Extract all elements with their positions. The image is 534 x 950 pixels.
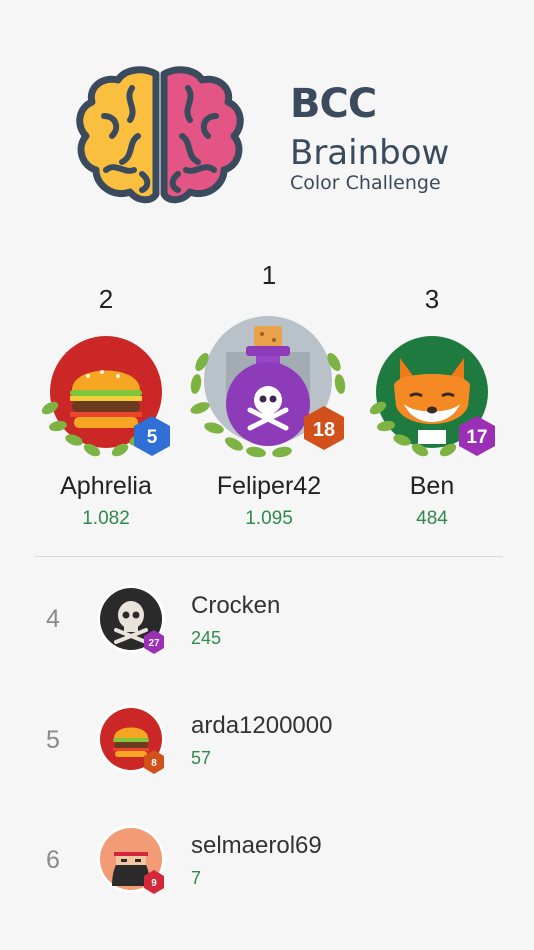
burger-icon <box>113 727 149 757</box>
podium-name-aphrelia[interactable]: Aphrelia <box>21 472 191 501</box>
list-item[interactable]: 5 8 arda1200000 57 <box>0 690 534 790</box>
list-username: selmaerol69 <box>191 832 322 859</box>
list-score: 7 <box>191 868 202 888</box>
brand-abbr: BCC <box>290 81 377 127</box>
podium-score-ben: 484 <box>416 508 448 529</box>
level-badge: 17 <box>466 427 487 448</box>
list-avatar: 27 <box>97 585 165 654</box>
level-badge: 9 <box>151 878 157 889</box>
list-username: Crocken <box>191 592 281 619</box>
level-badge: 5 <box>147 427 158 448</box>
podium-rank-2: 2 <box>98 284 114 314</box>
podium-rank-1: 1 <box>261 260 277 290</box>
list-item[interactable]: 6 9 selmaerol69 7 <box>0 810 534 910</box>
brand-block: BCC Brainbow Color Challenge <box>290 82 449 194</box>
podium-score-feliper42: 1.095 <box>245 508 293 529</box>
podium-score-aphrelia: 1.082 <box>82 508 130 529</box>
divider <box>35 556 503 557</box>
list-rank: 5 <box>46 726 60 754</box>
podium-name-feliper42[interactable]: Feliper42 <box>184 472 354 501</box>
list-avatar: 8 <box>97 705 165 774</box>
level-badge: 27 <box>148 638 160 649</box>
podium-name-ben[interactable]: Ben <box>347 472 517 501</box>
podium-avatar-ben[interactable]: 17 <box>364 334 504 464</box>
list-item[interactable]: 4 27 Crocken 245 <box>0 570 534 670</box>
list-avatar: 9 <box>97 825 165 894</box>
level-badge: 8 <box>151 758 157 769</box>
burger-icon <box>70 370 142 428</box>
brand-name: Brainbow <box>290 133 450 173</box>
list-username: arda1200000 <box>191 712 333 739</box>
list-score: 245 <box>191 628 222 648</box>
list-rank: 6 <box>46 846 60 874</box>
level-badge: 18 <box>313 419 335 441</box>
list-rank: 4 <box>46 605 60 633</box>
podium-avatar-feliper42[interactable]: 18 <box>186 314 356 464</box>
list-score: 57 <box>191 748 212 768</box>
podium-rank-3: 3 <box>424 284 440 314</box>
brain-logo-icon <box>76 66 244 204</box>
podium-avatar-aphrelia[interactable]: 5 <box>36 334 176 464</box>
brand-subtitle: Color Challenge <box>290 172 441 194</box>
